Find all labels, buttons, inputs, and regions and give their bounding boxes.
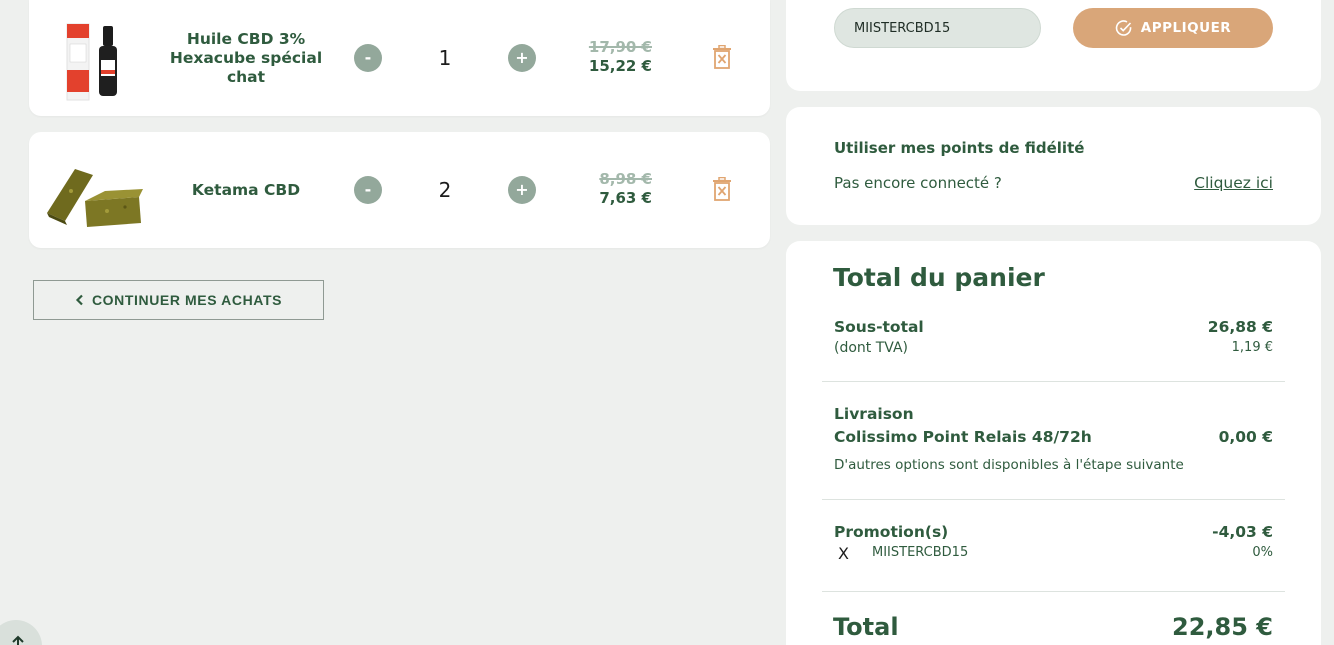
original-price: 8,98 € bbox=[599, 170, 652, 188]
shipping-note: D'autres options sont disponibles à l'ét… bbox=[834, 457, 1184, 473]
increase-quantity-button[interactable]: + bbox=[508, 44, 536, 72]
promotion-label: Promotion(s) bbox=[834, 523, 949, 541]
promotion-value: -4,03 € bbox=[1212, 523, 1273, 541]
cart-page: Huile CBD 3% Hexacube spécial chat - 1 +… bbox=[0, 0, 1334, 645]
loyalty-login-prompt: Pas encore connecté ? bbox=[834, 174, 1002, 192]
grand-total-label: Total bbox=[833, 613, 899, 641]
loyalty-login-link[interactable]: Cliquez ici bbox=[1194, 174, 1273, 192]
decrease-quantity-button[interactable]: - bbox=[354, 176, 382, 204]
promo-code-input[interactable] bbox=[834, 8, 1041, 48]
cart-totals-panel: Total du panier Sous-total 26,88 € (dont… bbox=[786, 241, 1321, 645]
product-name[interactable]: Ketama CBD bbox=[168, 132, 324, 248]
divider bbox=[822, 381, 1285, 382]
discounted-price: 7,63 € bbox=[599, 189, 652, 207]
promo-percent: 0% bbox=[1252, 545, 1273, 560]
arrow-up-icon bbox=[12, 635, 24, 645]
loyalty-title: Utiliser mes points de fidélité bbox=[834, 139, 1085, 157]
product-image-ketama[interactable] bbox=[45, 141, 143, 239]
trash-x-icon[interactable] bbox=[711, 177, 733, 201]
scroll-to-top-button[interactable] bbox=[0, 620, 42, 645]
tax-label: (dont TVA) bbox=[834, 340, 908, 356]
applied-promo-code: MIISTERCBD15 bbox=[872, 545, 969, 560]
divider bbox=[822, 499, 1285, 500]
product-image-cbd-oil[interactable] bbox=[45, 10, 143, 108]
cart-item: Huile CBD 3% Hexacube spécial chat - 1 +… bbox=[29, 0, 770, 116]
cart-item: Ketama CBD - 2 + 8,98 € 7,63 € bbox=[29, 132, 770, 248]
product-name[interactable]: Huile CBD 3% Hexacube spécial chat bbox=[168, 0, 324, 116]
remove-promo-button[interactable]: X bbox=[838, 544, 849, 563]
loyalty-panel: Utiliser mes points de fidélité Pas enco… bbox=[786, 107, 1321, 225]
apply-promo-button[interactable]: APPLIQUER bbox=[1073, 8, 1273, 48]
shipping-value: 0,00 € bbox=[1218, 428, 1273, 446]
original-price: 17,90 € bbox=[588, 38, 652, 56]
divider bbox=[822, 591, 1285, 592]
quantity-value: 2 bbox=[438, 178, 452, 202]
tax-value: 1,19 € bbox=[1231, 340, 1273, 355]
trash-x-icon[interactable] bbox=[711, 45, 733, 69]
shipping-label: Livraison bbox=[834, 405, 914, 423]
continue-shopping-label: CONTINUER MES ACHATS bbox=[91, 292, 283, 308]
subtotal-label: Sous-total bbox=[834, 318, 924, 336]
discounted-price: 15,22 € bbox=[588, 57, 652, 75]
continue-shopping-button[interactable]: CONTINUER MES ACHATS bbox=[33, 280, 324, 320]
promo-code-panel: APPLIQUER bbox=[786, 0, 1321, 91]
subtotal-value: 26,88 € bbox=[1207, 318, 1273, 336]
grand-total-value: 22,85 € bbox=[1172, 613, 1273, 641]
shipping-method: Colissimo Point Relais 48/72h bbox=[834, 428, 1092, 446]
check-circle-icon bbox=[1115, 20, 1132, 36]
chevron-left-icon bbox=[75, 294, 83, 306]
decrease-quantity-button[interactable]: - bbox=[354, 44, 382, 72]
cart-total-title: Total du panier bbox=[833, 263, 1045, 292]
apply-promo-label: APPLIQUER bbox=[1140, 20, 1232, 36]
quantity-value: 1 bbox=[438, 46, 452, 70]
increase-quantity-button[interactable]: + bbox=[508, 176, 536, 204]
